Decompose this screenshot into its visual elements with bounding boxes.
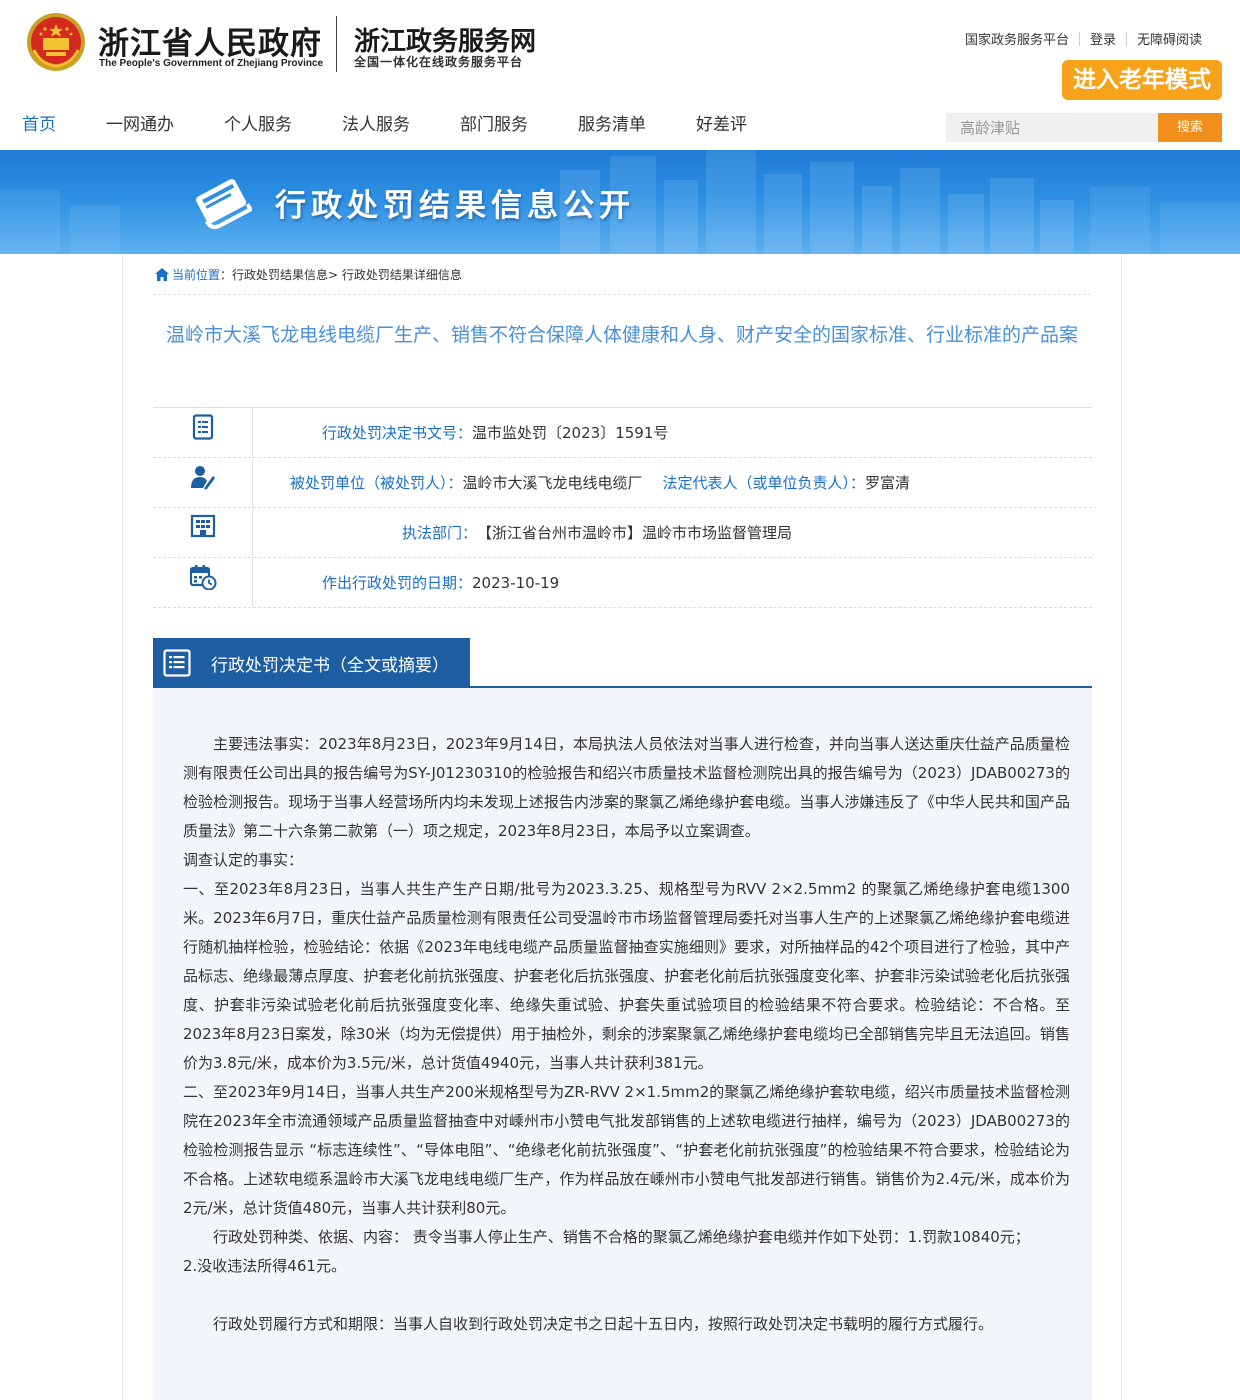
nav-personal[interactable]: 个人服务 (224, 110, 292, 150)
search-bar: 搜索 (946, 113, 1222, 142)
link-separator (1125, 31, 1127, 46)
nav-service-list[interactable]: 服务清单 (578, 110, 646, 150)
decision-paragraph: 二、至2023年9月14日，当事人共生产200米规格型号为ZR-RVV 2×1.… (183, 1083, 1070, 1217)
banner-title: 行政处罚结果信息公开 (275, 188, 635, 224)
decision-paragraph: 2.没收违法所得461元。 (183, 1257, 346, 1275)
party-label: 被处罚单位（被处罚人）： (290, 474, 463, 492)
home-icon (155, 268, 169, 281)
info-row-party: 被处罚单位（被处罚人）： 温岭市大溪飞龙电线电缆厂 法定代表人（或单位负责人）：… (153, 458, 1092, 508)
login-link[interactable]: 登录 (1090, 29, 1116, 48)
calendar-clock-icon (189, 565, 216, 590)
elder-mode-button[interactable]: 进入老年模式 (1062, 60, 1222, 100)
nav-home[interactable]: 首页 (22, 110, 56, 158)
breadcrumb-current[interactable]: 当前位置 (172, 266, 220, 283)
info-text-cell: 被处罚单位（被处罚人）： 温岭市大溪飞龙电线电缆厂 法定代表人（或单位负责人）：… (253, 458, 1092, 507)
book-icon (196, 179, 252, 230)
party-value: 温岭市大溪飞龙电线电缆厂 (462, 474, 643, 492)
department-value: 【浙江省台州市温岭市】温岭市市场监督管理局 (477, 524, 793, 542)
nav-evaluation[interactable]: 好差评 (696, 110, 747, 150)
info-text-cell: 行政处罚决定书文号： 温市监处罚〔2023〕1591号 (253, 408, 1092, 457)
breadcrumb-separator: > (328, 267, 342, 282)
document-icon (192, 414, 213, 440)
decision-tab: 行政处罚决定书（全文或摘要） (153, 638, 470, 688)
gov-name-en: The People's Government of Zhejiang Prov… (99, 58, 324, 69)
top-links: 国家政务服务平台 登录 无障碍阅读 (965, 29, 1202, 48)
main-nav: 首页 一网通办 个人服务 法人服务 部门服务 服务清单 好差评 (0, 110, 747, 158)
nav-one-stop[interactable]: 一网通办 (106, 110, 174, 150)
date-label: 作出行政处罚的日期： (322, 574, 473, 592)
breadcrumb-item[interactable]: 行政处罚结果详细信息 (342, 266, 462, 283)
decision-heading: 行政处罚决定书（全文或摘要） (211, 655, 449, 676)
doc-no-label: 行政处罚决定书文号： (322, 424, 473, 442)
info-row-department: 执法部门： 【浙江省台州市温岭市】温岭市市场监督管理局 (153, 508, 1092, 558)
building-icon (190, 514, 215, 538)
link-separator (1078, 31, 1080, 46)
decision-section-header: 行政处罚决定书（全文或摘要） (153, 638, 1092, 688)
breadcrumb-item[interactable]: 行政处罚结果信息 (232, 266, 328, 283)
content-panel: 当前位置 ： 行政处罚结果信息 > 行政处罚结果详细信息 温岭市大溪飞龙电线电缆… (122, 254, 1122, 1400)
national-platform-link[interactable]: 国家政务服务平台 (965, 29, 1069, 48)
site-header: 浙江省人民政府 The People's Government of Zheji… (0, 0, 1240, 158)
info-text-cell: 执法部门： 【浙江省台州市温岭市】温岭市市场监督管理局 (253, 508, 1092, 557)
decision-paragraph: 调查认定的事实： (183, 851, 304, 869)
representative-label: 法定代表人（或单位负责人）： (662, 474, 866, 492)
breadcrumb-divider (153, 294, 1091, 295)
header-divider (336, 16, 337, 72)
nav-legal-entity[interactable]: 法人服务 (342, 110, 410, 150)
decision-paragraph: 主要违法事实：2023年8月23日，2023年9月14日，本局执法人员依法对当事… (183, 735, 1070, 840)
nav-department[interactable]: 部门服务 (460, 110, 528, 150)
search-button[interactable]: 搜索 (1158, 113, 1222, 142)
info-icon-cell (153, 458, 253, 507)
info-row-doc-no: 行政处罚决定书文号： 温市监处罚〔2023〕1591号 (153, 408, 1092, 458)
breadcrumb-colon: ： (220, 268, 233, 282)
accessibility-link[interactable]: 无障碍阅读 (1137, 29, 1202, 48)
gov-name: 浙江省人民政府 (98, 26, 322, 62)
date-value: 2023-10-19 (472, 573, 560, 592)
person-icon (190, 466, 215, 490)
representative-value: 罗富清 (865, 474, 911, 492)
national-emblem-icon (27, 13, 85, 71)
info-row-date: 作出行政处罚的日期： 2023-10-19 (153, 558, 1092, 608)
department-label: 执法部门： (402, 524, 478, 542)
form-icon (163, 649, 191, 677)
info-icon-cell (153, 558, 253, 607)
case-title: 温岭市大溪飞龙电线电缆厂生产、销售不符合保障人体健康和人身、财产安全的国家标准、… (165, 324, 1078, 346)
decision-paragraph: 行政处罚种类、依据、内容： 责令当事人停止生产、销售不合格的聚氯乙烯绝缘护套电缆… (213, 1228, 1030, 1246)
decision-paragraph: 一、至2023年8月23日，当事人共生产生产日期/批号为2023.3.25、规格… (183, 880, 1070, 1072)
page-banner: 行政处罚结果信息公开 (0, 150, 1240, 254)
info-icon-cell (153, 408, 253, 457)
doc-no-value: 温市监处罚〔2023〕1591号 (472, 424, 669, 442)
info-icon-cell (153, 508, 253, 557)
search-input[interactable] (946, 113, 1158, 142)
decision-paragraph: 行政处罚履行方式和期限：当事人自收到行政处罚决定书之日起十五日内，按照行政处罚决… (213, 1315, 994, 1333)
case-info-table: 行政处罚决定书文号： 温市监处罚〔2023〕1591号 被处罚单位（被处罚人）：… (153, 407, 1092, 608)
breadcrumb: 当前位置 ： 行政处罚结果信息 > 行政处罚结果详细信息 (155, 266, 462, 283)
site-subtitle: 全国一体化在线政务服务平台 (354, 55, 524, 69)
decision-body: 主要违法事实：2023年8月23日，2023年9月14日，本局执法人员依法对当事… (153, 688, 1092, 1400)
info-text-cell: 作出行政处罚的日期： 2023-10-19 (253, 558, 1092, 607)
